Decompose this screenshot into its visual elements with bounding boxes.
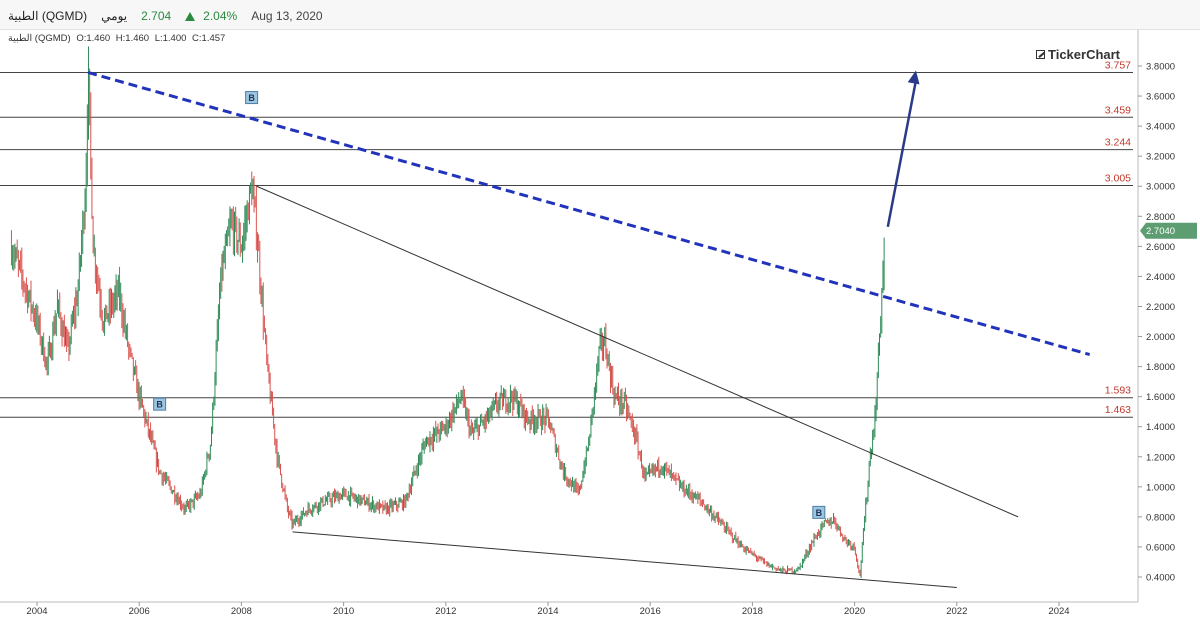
y-tick-label: 1.2000 xyxy=(1146,452,1175,463)
quote-date: Aug 13, 2020 xyxy=(251,9,323,23)
x-tick-label: 2008 xyxy=(231,606,252,617)
buy-marker-label: B xyxy=(156,400,163,410)
y-tick-label: 3.4000 xyxy=(1146,122,1175,133)
y-tick-label: 0.6000 xyxy=(1146,542,1175,553)
header-row: الطبية (QGMD) يومي 2.704 2.04% Aug 13, 2… xyxy=(8,9,323,23)
y-tick-label: 2.6000 xyxy=(1146,242,1175,253)
y-tick-label: 3.0000 xyxy=(1146,182,1175,193)
y-tick-label: 1.6000 xyxy=(1146,392,1175,403)
x-tick-label: 2010 xyxy=(333,606,354,617)
x-tick-label: 2006 xyxy=(129,606,150,617)
level-label: 3.459 xyxy=(1105,104,1131,116)
y-tick-label: 3.8000 xyxy=(1146,62,1175,73)
y-tick-label: 3.2000 xyxy=(1146,152,1175,163)
y-tick-label: 0.8000 xyxy=(1146,512,1175,523)
price-chart[interactable]: 3.8000 3.6000 3.4000 3.2000 3.0000 2.8000 2.60… xyxy=(0,30,1200,619)
y-tick-label: 1.8000 xyxy=(1146,362,1175,373)
y-tick-label: 1.0000 xyxy=(1146,482,1175,493)
last-price-tag-label: 2.7040 xyxy=(1146,226,1175,237)
x-tick-label: 2012 xyxy=(435,606,456,617)
up-triangle-icon xyxy=(185,11,196,21)
wedge-trendline xyxy=(292,531,957,589)
x-tick-label: 2018 xyxy=(742,606,763,617)
period-label[interactable]: يومي xyxy=(101,9,127,23)
chart-header: الطبية (QGMD) يومي 2.704 2.04% Aug 13, 2… xyxy=(0,0,1200,30)
x-tick-label: 2020 xyxy=(844,606,865,617)
level-label: 3.005 xyxy=(1105,172,1131,184)
y-tick-label: 1.4000 xyxy=(1146,422,1175,433)
x-tick-label: 2004 xyxy=(26,606,47,617)
level-label: 1.463 xyxy=(1105,404,1131,416)
level-label: 3.757 xyxy=(1105,59,1131,71)
y-tick-label: 2.2000 xyxy=(1146,302,1175,313)
target-arrow xyxy=(886,80,918,228)
buy-marker-label: B xyxy=(816,508,823,518)
resistance-trendline xyxy=(87,71,1091,357)
x-tick-label: 2022 xyxy=(946,606,967,617)
y-tick-label: 2.4000 xyxy=(1146,272,1175,283)
y-tick-label: 0.4000 xyxy=(1146,573,1175,584)
level-label: 1.593 xyxy=(1105,385,1131,397)
x-tick-label: 2024 xyxy=(1048,606,1069,617)
x-tick-label: 2016 xyxy=(640,606,661,617)
wedge-trendline xyxy=(256,185,1019,518)
last-price: 2.704 xyxy=(141,9,172,23)
symbol-name[interactable]: الطبية (QGMD) xyxy=(8,9,87,23)
x-tick-label: 2014 xyxy=(537,606,558,617)
y-tick-label: 3.6000 xyxy=(1146,92,1175,103)
y-tick-label: 2.0000 xyxy=(1146,332,1175,343)
level-label: 3.244 xyxy=(1105,137,1131,149)
buy-marker-label: B xyxy=(248,93,255,103)
y-tick-label: 2.8000 xyxy=(1146,212,1175,223)
price-change: 2.04% xyxy=(203,9,238,23)
